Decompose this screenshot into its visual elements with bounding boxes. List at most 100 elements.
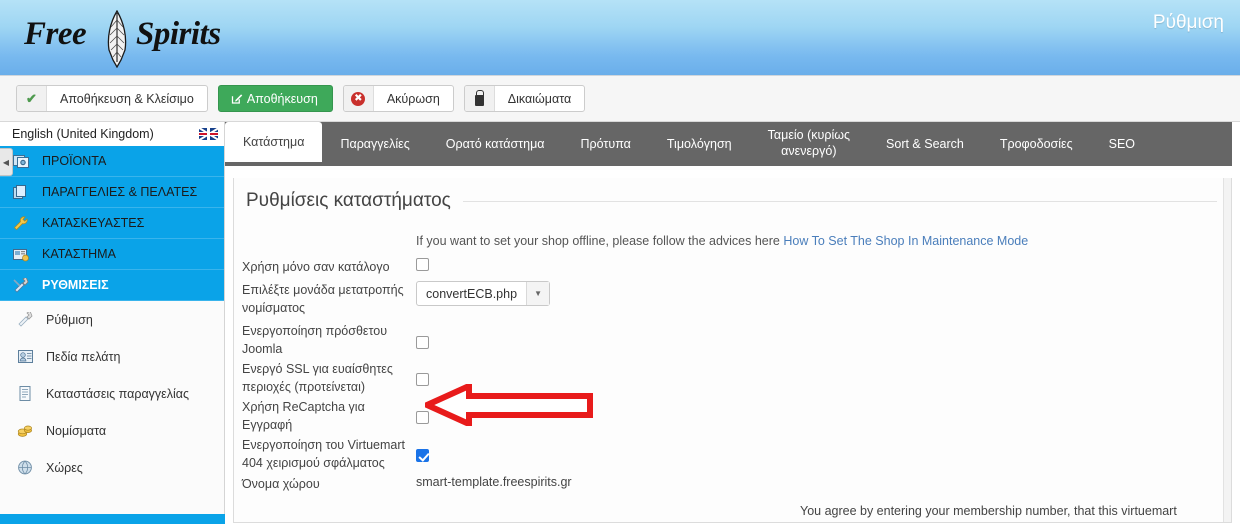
row-currency-converter-label: Επιλέξτε μονάδα μετατροπής νομίσματος — [242, 283, 404, 315]
cancel-label: Ακύρωση — [386, 91, 440, 106]
row-catalog-only-label: Χρήση μόνο σαν κατάλογο — [242, 260, 390, 274]
offline-note: If you want to set your shop offline, pl… — [416, 234, 1028, 248]
virtuemart-404-checkbox[interactable] — [416, 449, 429, 462]
recaptcha-checkbox[interactable] — [416, 411, 429, 424]
orders-customers-icon — [10, 183, 32, 201]
sidebar-item-customer-fields-label: Πεδία πελάτη — [46, 349, 121, 364]
heading-rule — [462, 200, 1217, 202]
sidebar-item-orders-customers-label: ΠΑΡΑΓΓΕΛΙΕΣ & ΠΕΛΑΤΕΣ — [42, 185, 198, 199]
sidebar: English (United Kingdom) ΠΡΟΪΟΝΤΑ ΠΑΡΑΓΓ… — [0, 122, 225, 524]
globe-icon — [14, 459, 36, 477]
tab-orders[interactable]: Παραγγελίες — [322, 122, 427, 166]
tab-templates[interactable]: Πρότυπα — [563, 122, 649, 166]
order-status-icon — [14, 385, 36, 403]
tab-shop[interactable]: Κατάστημα — [225, 122, 323, 162]
site-logo[interactable]: Free Spirits — [24, 10, 221, 68]
catalog-only-checkbox[interactable] — [416, 258, 429, 271]
feather-icon — [107, 10, 127, 68]
row-404-handler-label: Ενεργοποίηση του Virtuemart 404 χειρισμο… — [242, 438, 406, 470]
configuration-icon — [14, 311, 36, 329]
row-ssl-label: Ενεργό SSL για ευαίσθητες περιοχές (προτ… — [242, 362, 393, 394]
joomla-plugin-checkbox[interactable] — [416, 336, 429, 349]
permissions-button[interactable]: Δικαιώματα — [463, 85, 586, 112]
sidebar-item-settings[interactable]: ΡΥΘΜΙΣΕΙΣ — [0, 270, 224, 301]
products-icon — [10, 152, 32, 170]
shop-icon — [10, 245, 32, 263]
tab-orders-label: Παραγγελίες — [340, 137, 410, 151]
panel-heading: Ρυθμίσεις καταστήματος — [234, 178, 1231, 212]
sidebar-bottom-bar — [0, 514, 225, 524]
row-domain-name: Όνομα χώρου smart-template.freespirits.g… — [242, 475, 1231, 495]
tab-templates-label: Πρότυπα — [580, 137, 631, 151]
tab-visible-shop[interactable]: Ορατό κατάστημα — [428, 122, 563, 166]
maintenance-mode-link[interactable]: How To Set The Shop In Maintenance Mode — [783, 234, 1028, 248]
check-icon: ✔ — [17, 86, 47, 111]
sidebar-item-currencies-label: Νομίσματα — [46, 423, 107, 438]
ssl-checkbox[interactable] — [416, 373, 429, 386]
chevron-down-icon: ▼ — [526, 282, 550, 305]
sidebar-sub-nav: Ρύθμιση Πεδία πελάτη Καταστάσεις παραγγε… — [0, 301, 224, 486]
currency-converter-value: convertECB.php — [426, 286, 518, 301]
tab-pricing[interactable]: Τιμολόγηση — [649, 122, 750, 166]
logo-text-spirits: Spirits — [136, 16, 221, 52]
tab-checkout-label-line2: ανενεργό) — [781, 144, 837, 158]
sidebar-item-shop[interactable]: ΚΑΤΑΣΤΗΜΑ — [0, 239, 224, 270]
chevron-left-icon[interactable]: ◀ — [0, 148, 13, 176]
offline-note-text: If you want to set your shop offline, pl… — [416, 234, 784, 248]
cancel-circle-icon: ✖ — [343, 86, 374, 111]
sidebar-item-products[interactable]: ΠΡΟΪΟΝΤΑ — [0, 146, 224, 177]
language-label: English (United Kingdom) — [12, 127, 154, 141]
settings-icon — [10, 276, 32, 294]
page-header: Free Spirits Ρύθμιση — [0, 0, 1240, 76]
save-label: Αποθήκευση — [246, 91, 318, 106]
sidebar-item-currencies[interactable]: Νομίσματα — [0, 412, 224, 449]
tab-sort-search[interactable]: Sort & Search — [868, 122, 982, 166]
sidebar-item-countries[interactable]: Χώρες — [0, 449, 224, 486]
save-and-close-label: Αποθήκευση & Κλείσιμο — [60, 91, 194, 106]
save-and-close-button[interactable]: ✔ Αποθήκευση & Κλείσιμο — [16, 85, 208, 112]
shop-settings-panel: Ρυθμίσεις καταστήματος If you want to se… — [233, 178, 1232, 523]
language-selector[interactable]: English (United Kingdom) — [0, 122, 224, 146]
customer-fields-icon — [14, 348, 36, 366]
sidebar-item-order-status-label: Καταστάσεις παραγγελίας — [46, 386, 190, 401]
panel-scrollbar[interactable] — [1223, 178, 1231, 522]
row-currency-converter: Επιλέξτε μονάδα μετατροπής νομίσματος co… — [242, 281, 1231, 317]
sidebar-item-shop-label: ΚΑΤΑΣΤΗΜΑ — [42, 247, 116, 261]
currency-converter-select[interactable]: convertECB.php ▼ — [416, 281, 551, 306]
sidebar-item-configuration[interactable]: Ρύθμιση — [0, 301, 224, 338]
sidebar-item-manufacturers[interactable]: ΚΑΤΑΣΚΕΥΑΣΤΕΣ — [0, 208, 224, 239]
tab-feeds[interactable]: Τροφοδοσίες — [982, 122, 1091, 166]
tab-feeds-label: Τροφοδοσίες — [999, 137, 1073, 151]
coins-icon — [14, 422, 36, 440]
sidebar-item-order-status[interactable]: Καταστάσεις παραγγελίας — [0, 375, 224, 412]
tab-checkout[interactable]: Ταμείο (κυρίως ανενεργό) — [750, 122, 868, 166]
sidebar-main-nav: ΠΡΟΪΟΝΤΑ ΠΑΡΑΓΓΕΛΙΕΣ & ΠΕΛΑΤΕΣ ΚΑΤΑΣΚΕΥΑ… — [0, 146, 224, 301]
row-joomla-plugin-label: Ενεργοποίηση πρόσθετου Joomla — [242, 324, 388, 356]
tab-checkout-label-line1: Ταμείο (κυρίως — [767, 128, 851, 143]
tab-bar: Κατάστημα Παραγγελίες Ορατό κατάστημα Πρ… — [225, 122, 1232, 166]
row-joomla-plugin: Ενεργοποίηση πρόσθετου Joomla — [242, 322, 1231, 358]
sidebar-item-manufacturers-label: ΚΑΤΑΣΚΕΥΑΣΤΕΣ — [42, 216, 145, 230]
toolbar: ✔ Αποθήκευση & Κλείσιμο Αποθήκευση ✖ Ακύ… — [0, 76, 1240, 122]
row-domain-name-label: Όνομα χώρου — [242, 477, 320, 491]
sidebar-item-orders-customers[interactable]: ΠΑΡΑΓΓΕΛΙΕΣ & ΠΕΛΑΤΕΣ — [0, 177, 224, 208]
panel-heading-text: Ρυθμίσεις καταστήματος — [246, 190, 451, 211]
sidebar-item-settings-label: ΡΥΘΜΙΣΕΙΣ — [42, 278, 109, 292]
sidebar-item-products-label: ΠΡΟΪΟΝΤΑ — [42, 154, 107, 168]
cancel-button[interactable]: ✖ Ακύρωση — [342, 85, 454, 112]
pencil-square-icon — [219, 86, 243, 111]
sidebar-item-customer-fields[interactable]: Πεδία πελάτη — [0, 338, 224, 375]
page-title: Ρύθμιση — [1152, 12, 1224, 33]
tab-shop-label: Κατάστημα — [243, 135, 305, 149]
save-button[interactable]: Αποθήκευση — [217, 85, 333, 112]
main-content: Κατάστημα Παραγγελίες Ορατό κατάστημα Πρ… — [225, 122, 1240, 524]
row-recaptcha: Χρήση ReCaptcha για Εγγραφή — [242, 398, 1231, 434]
tab-seo[interactable]: SEO — [1091, 122, 1153, 166]
permissions-label: Δικαιώματα — [507, 91, 572, 106]
domain-name-value: smart-template.freespirits.gr — [416, 475, 572, 489]
lock-icon — [464, 86, 495, 111]
body-wrapper: English (United Kingdom) ΠΡΟΪΟΝΤΑ ΠΑΡΑΓΓ… — [0, 122, 1240, 524]
membership-agreement-note: You agree by entering your membership nu… — [800, 504, 1177, 518]
row-ssl: Ενεργό SSL για ευαίσθητες περιοχές (προτ… — [242, 360, 1231, 396]
wrench-icon — [10, 214, 32, 232]
